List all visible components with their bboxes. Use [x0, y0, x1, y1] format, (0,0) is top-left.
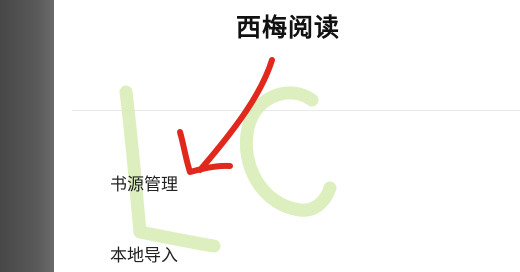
- header-divider: [72, 110, 520, 111]
- menu-item-local-import[interactable]: 本地导入: [110, 241, 178, 266]
- app-screen: 西梅阅读 书源管理 本地导入: [0, 0, 520, 272]
- app-title: 西梅阅读: [236, 13, 341, 42]
- drawer-scrim[interactable]: [0, 0, 54, 272]
- menu-item-book-sources[interactable]: 书源管理: [110, 170, 178, 195]
